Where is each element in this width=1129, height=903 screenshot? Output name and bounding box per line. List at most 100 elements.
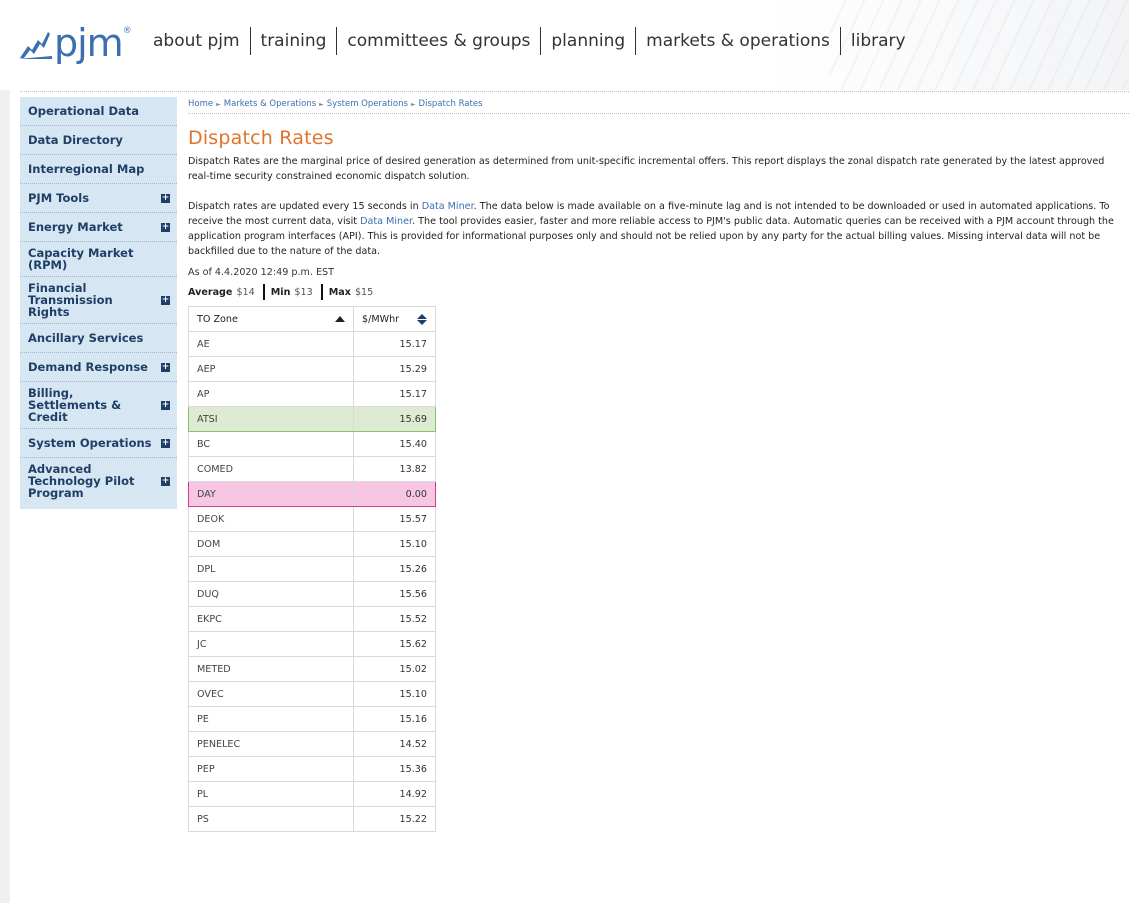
sidebar-item-billing[interactable]: Billing, Settlements & Credit +: [20, 382, 177, 429]
sidebar-item-interregional-map[interactable]: Interregional Map: [20, 155, 177, 184]
sidebar-item-pjm-tools[interactable]: PJM Tools +: [20, 184, 177, 213]
logo-trademark: ®: [122, 26, 132, 36]
max-label: Max: [328, 286, 351, 298]
stats-divider: [262, 284, 265, 300]
zone-cell: EKPC: [188, 606, 354, 632]
nav-about-pjm[interactable]: about pjm: [153, 27, 250, 55]
zone-cell: PL: [188, 781, 354, 807]
zone-cell: COMED: [188, 456, 354, 482]
breadcrumb-home[interactable]: Home: [188, 99, 213, 109]
nav-library[interactable]: library: [839, 27, 916, 55]
main-content: Home ► Markets & Operations ► System Operati…: [188, 97, 1129, 832]
zone-cell: DOM: [188, 531, 354, 557]
rate-cell: 15.56: [353, 581, 436, 607]
sidebar-item-label: Energy Market: [28, 220, 123, 234]
table-row: EKPC 15.52: [188, 606, 436, 632]
max-value: $15: [354, 286, 374, 298]
data-miner-link-2[interactable]: Data Miner: [360, 216, 412, 227]
as-of-timestamp: As of 4.4.2020 12:49 p.m. EST: [188, 267, 334, 278]
average-value: $14: [236, 286, 255, 298]
expand-plus-icon[interactable]: +: [161, 476, 170, 486]
data-miner-link[interactable]: Data Miner: [422, 201, 474, 212]
zone-cell: DPL: [188, 556, 354, 582]
table-row: COMED 13.82: [188, 456, 436, 482]
expand-plus-icon[interactable]: +: [161, 193, 170, 203]
table-body: AE 15.17 AEP 15.29 AP 15.17 ATSI 15.69 BC 15.40 CO…: [188, 331, 436, 832]
rate-cell: 14.52: [353, 731, 436, 757]
sidebar-item-label: Billing, Settlements & Credit: [28, 386, 122, 424]
expand-plus-icon[interactable]: +: [161, 438, 170, 448]
breadcrumb: Home ► Markets & Operations ► System Operati…: [188, 97, 1129, 114]
table-row: BC 15.40: [188, 431, 436, 457]
zone-cell: DEOK: [188, 506, 354, 532]
rate-cell: 0.00: [353, 481, 436, 507]
sidebar-item-data-directory[interactable]: Data Directory: [20, 126, 177, 155]
sidebar-item-label: Data Directory: [28, 133, 123, 147]
table-row: METED 15.02: [188, 656, 436, 682]
rate-cell: 15.52: [353, 606, 436, 632]
column-header-label: TO Zone: [197, 313, 238, 325]
rate-cell: 15.57: [353, 506, 436, 532]
table-row: DUQ 15.56: [188, 581, 436, 607]
table-row: PL 14.92: [188, 781, 436, 807]
breadcrumb-markets-operations[interactable]: Markets & Operations: [224, 99, 316, 109]
zone-cell: PS: [188, 806, 354, 832]
rate-cell: 15.02: [353, 656, 436, 682]
rate-cell: 15.29: [353, 356, 436, 382]
sidebar-item-system-operations[interactable]: System Operations +: [20, 429, 177, 458]
intro-paragraph: Dispatch Rates are the marginal price of…: [188, 156, 1105, 182]
table-row: PEP 15.36: [188, 756, 436, 782]
sidebar-item-demand-response[interactable]: Demand Response +: [20, 353, 177, 382]
details-paragraph: Dispatch rates are updated every 15 seco…: [188, 199, 1129, 259]
pjm-logo[interactable]: pjm ®: [18, 20, 132, 62]
breadcrumb-system-operations[interactable]: System Operations: [327, 99, 408, 109]
pjm-logo-icon: [18, 32, 52, 59]
sidebar-item-ancillary-services[interactable]: Ancillary Services: [20, 324, 177, 353]
zone-cell: DUQ: [188, 581, 354, 607]
rate-cell: 15.62: [353, 631, 436, 657]
expand-plus-icon[interactable]: +: [161, 362, 170, 372]
zone-cell: METED: [188, 656, 354, 682]
table-row: PENELEC 14.52: [188, 731, 436, 757]
table-header-row: TO Zone $/MWhr: [188, 306, 436, 332]
sidebar-item-advanced-technology[interactable]: Advanced Technology Pilot Program +: [20, 458, 177, 509]
top-navigation: about pjm training committees & groups p…: [153, 26, 916, 56]
column-header-to-zone[interactable]: TO Zone: [188, 306, 354, 332]
zone-cell: AEP: [188, 356, 354, 382]
rate-cell: 15.17: [353, 381, 436, 407]
min-value: $13: [294, 286, 313, 298]
nav-planning[interactable]: planning: [540, 27, 635, 55]
zone-cell: AP: [188, 381, 354, 407]
zone-cell: PE: [188, 706, 354, 732]
nav-markets-operations[interactable]: markets & operations: [635, 27, 840, 55]
sidebar-item-label: Financial Transmission Rights: [28, 281, 113, 319]
zone-cell: JC: [188, 631, 354, 657]
sidebar-item-label: PJM Tools: [28, 191, 90, 205]
table-row: AE 15.17: [188, 331, 436, 357]
zone-cell: OVEC: [188, 681, 354, 707]
breadcrumb-current[interactable]: Dispatch Rates: [419, 99, 483, 109]
rate-cell: 15.69: [353, 406, 436, 432]
nav-committees-groups[interactable]: committees & groups: [336, 27, 540, 55]
sidebar-item-capacity-market[interactable]: Capacity Market (RPM): [20, 242, 177, 277]
breadcrumb-arrow-icon: ►: [216, 101, 221, 108]
table-row: DOM 15.10: [188, 531, 436, 557]
page-left-edge: [0, 0, 10, 903]
table-row: JC 15.62: [188, 631, 436, 657]
sidebar-item-ftr[interactable]: Financial Transmission Rights +: [20, 277, 177, 324]
nav-training[interactable]: training: [249, 27, 337, 55]
expand-plus-icon[interactable]: +: [161, 400, 170, 410]
expand-plus-icon[interactable]: +: [161, 222, 170, 232]
breadcrumb-arrow-icon: ►: [410, 101, 416, 108]
expand-plus-icon[interactable]: +: [161, 295, 170, 305]
sidebar-item-label: Operational Data: [28, 104, 140, 118]
dispatch-rates-table: TO Zone $/MWhr AE 15.17 AEP 15.29 AP 15.17 ATS…: [188, 306, 436, 832]
summary-stats: Average $14 Min $13 Max $15: [188, 284, 1129, 300]
rate-cell: 15.26: [353, 556, 436, 582]
sidebar-item-operational-data[interactable]: Operational Data: [20, 97, 177, 126]
column-header-rate[interactable]: $/MWhr: [353, 306, 436, 332]
sidebar-item-energy-market[interactable]: Energy Market +: [20, 213, 177, 242]
zone-cell: ATSI: [188, 406, 354, 432]
rate-cell: 15.17: [353, 331, 436, 357]
rate-cell: 15.10: [353, 531, 436, 557]
